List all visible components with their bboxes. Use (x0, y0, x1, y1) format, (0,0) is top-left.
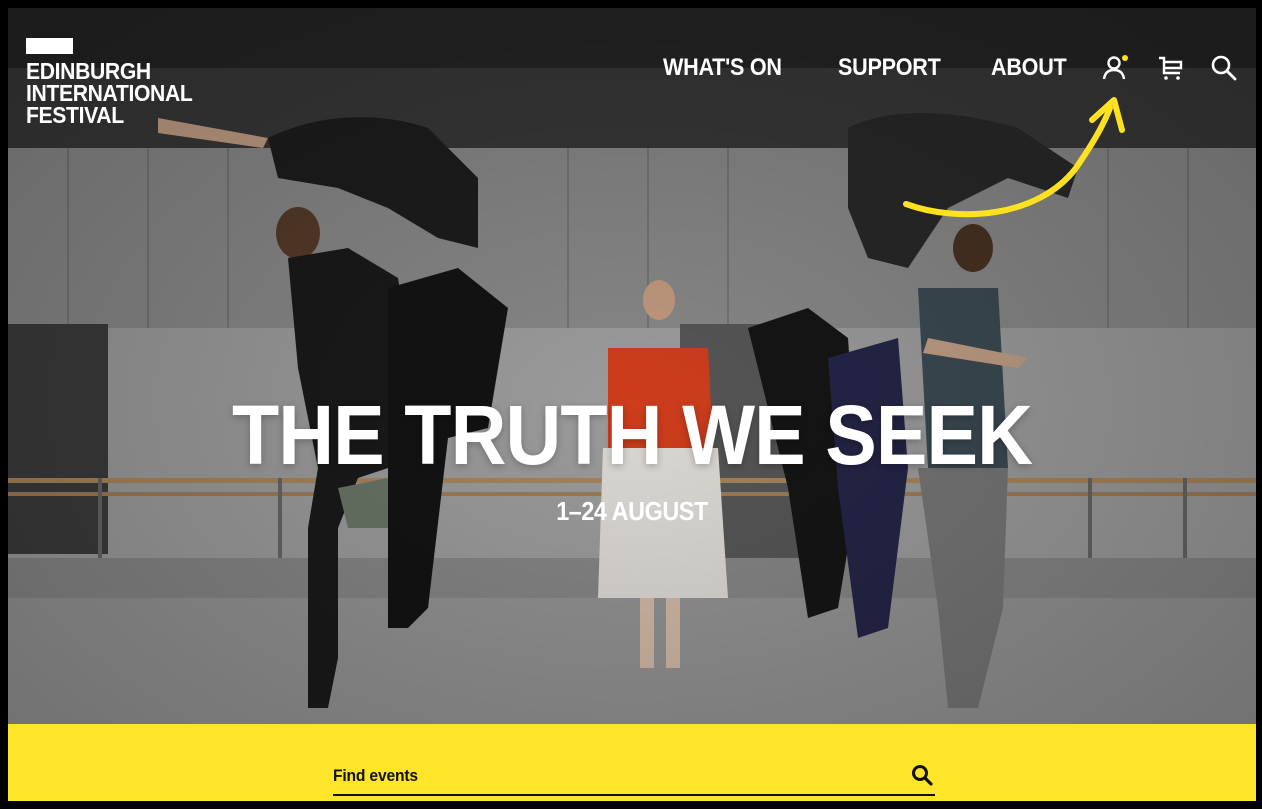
logo-bar (26, 38, 73, 54)
hero-dates: 1–24 AUGUST (556, 496, 708, 526)
hero-banner: EDINBURGH INTERNATIONAL FESTIVAL WHAT'S … (8, 8, 1256, 724)
screenshot-frame: EDINBURGH INTERNATIONAL FESTIVAL WHAT'S … (0, 0, 1262, 809)
search-icon[interactable] (1209, 53, 1239, 83)
hero-overlay (8, 8, 1256, 724)
search-band: Find events (8, 724, 1256, 801)
nav-whats-on[interactable]: WHAT'S ON (663, 54, 782, 82)
basket-icon[interactable] (1156, 53, 1186, 83)
search-submit-icon[interactable] (909, 762, 935, 788)
account-icon[interactable] (1101, 53, 1131, 83)
logo-line: EDINBURGH (26, 58, 151, 84)
nav-support[interactable]: SUPPORT (838, 54, 941, 82)
site-logo[interactable]: EDINBURGH INTERNATIONAL FESTIVAL (26, 58, 193, 128)
logo-line: FESTIVAL (26, 102, 124, 128)
nav-about[interactable]: ABOUT (991, 54, 1067, 82)
logo-line: INTERNATIONAL (26, 80, 193, 106)
find-events-label: Find events (333, 766, 418, 785)
hero-title: THE TRUTH WE SEEK (231, 388, 1033, 482)
find-events-input[interactable]: Find events (333, 756, 935, 796)
homepage: EDINBURGH INTERNATIONAL FESTIVAL WHAT'S … (8, 8, 1256, 801)
